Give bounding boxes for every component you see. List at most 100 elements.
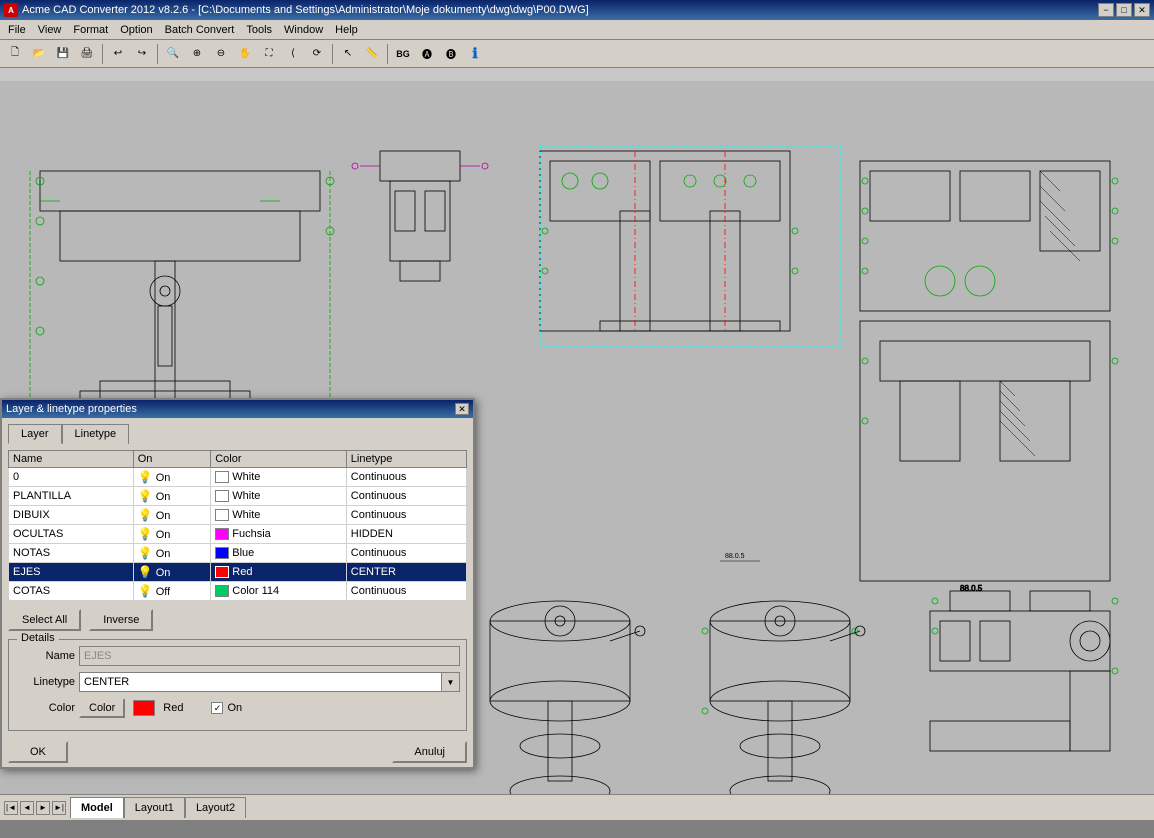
bg-button[interactable]: BG	[392, 43, 414, 65]
tab-last-button[interactable]: ►|	[52, 801, 66, 815]
table-row[interactable]: COTAS 💡 Off Color 114 Continuous	[9, 582, 467, 601]
cell-linetype: Continuous	[346, 487, 466, 506]
maximize-button[interactable]: □	[1116, 3, 1132, 17]
app-icon: A	[4, 3, 18, 17]
main-area: 88.0.5	[0, 68, 1154, 820]
cell-linetype: CENTER	[346, 563, 466, 582]
table-row[interactable]: NOTAS 💡 On Blue Continuous	[9, 544, 467, 563]
measure-button[interactable]: 📏	[361, 43, 383, 65]
select-button[interactable]: ↖	[337, 43, 359, 65]
cell-on: 💡 On	[133, 487, 210, 506]
details-legend: Details	[17, 632, 59, 644]
title-text: Acme CAD Converter 2012 v8.2.6 - [C:\Doc…	[22, 4, 589, 16]
color-row: Color Color Red ✓ On	[15, 698, 460, 718]
color-swatch	[133, 700, 155, 716]
color-button[interactable]: Color	[79, 698, 125, 718]
tab-model[interactable]: Model	[70, 797, 124, 818]
table-row[interactable]: PLANTILLA 💡 On White Continuous	[9, 487, 467, 506]
cell-name: OCULTAS	[9, 525, 134, 544]
linetype-select[interactable]: CENTER Continuous HIDDEN	[79, 672, 442, 692]
menu-help[interactable]: Help	[329, 22, 364, 38]
new-button[interactable]: 🗋	[4, 43, 26, 65]
layer-dialog: Layer & linetype properties ✕ Layer Line…	[0, 398, 475, 769]
tab-next-button[interactable]: ►	[36, 801, 50, 815]
color-controls: Color Red ✓ On	[79, 698, 242, 718]
menu-window[interactable]: Window	[278, 22, 329, 38]
tab-layout2[interactable]: Layout2	[185, 797, 246, 818]
cell-name: 0	[9, 468, 134, 487]
menu-option[interactable]: Option	[114, 22, 158, 38]
zoom-fit-button[interactable]: ⛶	[258, 43, 280, 65]
svg-text:88.0.5: 88.0.5	[725, 553, 745, 560]
linetype-select-arrow[interactable]: ▼	[442, 672, 460, 692]
cell-on: 💡 On	[133, 506, 210, 525]
undo-button[interactable]: ↩	[107, 43, 129, 65]
toolbar-sep-2	[157, 44, 158, 64]
on-checkbox[interactable]: ✓	[211, 702, 223, 714]
save-button[interactable]: 💾	[52, 43, 74, 65]
cell-linetype: Continuous	[346, 544, 466, 563]
print-button[interactable]: 🖨	[76, 43, 98, 65]
status-bar: |◄ ◄ ► ►| Model Layout1 Layout2	[0, 794, 1154, 820]
cell-name: EJES	[9, 563, 134, 582]
zoom-out-button[interactable]: ⊖	[210, 43, 232, 65]
on-check: ✓ On	[211, 702, 242, 714]
linetype-row: Linetype CENTER Continuous HIDDEN ▼	[15, 672, 460, 692]
cell-color: Fuchsia	[211, 525, 347, 544]
cell-on: 💡 On	[133, 525, 210, 544]
minimize-button[interactable]: −	[1098, 3, 1114, 17]
toolbar-sep-1	[102, 44, 103, 64]
col-linetype: Linetype	[346, 451, 466, 468]
color-label: Color	[15, 702, 75, 714]
title-bar: A Acme CAD Converter 2012 v8.2.6 - [C:\D…	[0, 0, 1154, 20]
cell-linetype: Continuous	[346, 582, 466, 601]
dialog-content: Layer Linetype Name On Color Linetype 0 …	[2, 418, 473, 737]
redo-button[interactable]: ↪	[131, 43, 153, 65]
tab-first-button[interactable]: |◄	[4, 801, 18, 815]
menu-tools[interactable]: Tools	[240, 22, 278, 38]
cell-name: COTAS	[9, 582, 134, 601]
details-group: Details Name Linetype CENTER Continuous …	[8, 639, 467, 731]
dialog-close-button[interactable]: ✕	[455, 403, 469, 415]
table-row[interactable]: EJES 💡 On Red CENTER	[9, 563, 467, 582]
tool-b[interactable]: 🅑	[440, 43, 462, 65]
dialog-title-text: Layer & linetype properties	[6, 403, 137, 415]
open-button[interactable]: 📂	[28, 43, 50, 65]
inverse-button[interactable]: Inverse	[89, 609, 153, 631]
zoom-pan-button[interactable]: ✋	[234, 43, 256, 65]
menu-view[interactable]: View	[32, 22, 68, 38]
zoom-prev-button[interactable]: ⟨	[282, 43, 304, 65]
on-label: On	[227, 702, 242, 714]
close-button[interactable]: ✕	[1134, 3, 1150, 17]
dialog-footer: OK Anuluj	[2, 737, 473, 767]
realtime-button[interactable]: ⟳	[306, 43, 328, 65]
menu-bar: File View Format Option Batch Convert To…	[0, 20, 1154, 40]
ok-button[interactable]: OK	[8, 741, 68, 763]
menu-file[interactable]: File	[2, 22, 32, 38]
tab-linetype[interactable]: Linetype	[62, 424, 130, 444]
info-button[interactable]: ℹ	[464, 43, 486, 65]
menu-format[interactable]: Format	[67, 22, 114, 38]
table-row[interactable]: 0 💡 On White Continuous	[9, 468, 467, 487]
tab-layout1[interactable]: Layout1	[124, 797, 185, 818]
name-input[interactable]	[79, 646, 460, 666]
tab-layer[interactable]: Layer	[8, 424, 62, 444]
cell-color: White	[211, 468, 347, 487]
cancel-button[interactable]: Anuluj	[392, 741, 467, 763]
cell-linetype: HIDDEN	[346, 525, 466, 544]
svg-text:88.0.5: 88.0.5	[960, 584, 983, 593]
tab-prev-button[interactable]: ◄	[20, 801, 34, 815]
table-row[interactable]: DIBUIX 💡 On White Continuous	[9, 506, 467, 525]
cell-on: 💡 Off	[133, 582, 210, 601]
zoom-in-button[interactable]: ⊕	[186, 43, 208, 65]
name-row: Name	[15, 646, 460, 666]
table-row[interactable]: OCULTAS 💡 On Fuchsia HIDDEN	[9, 525, 467, 544]
col-name: Name	[9, 451, 134, 468]
cell-color: White	[211, 506, 347, 525]
cell-name: DIBUIX	[9, 506, 134, 525]
tool-a[interactable]: 🅐	[416, 43, 438, 65]
title-bar-buttons: − □ ✕	[1098, 3, 1150, 17]
zoom-window-button[interactable]: 🔍	[162, 43, 184, 65]
menu-batch-convert[interactable]: Batch Convert	[159, 22, 241, 38]
select-all-button[interactable]: Select All	[8, 609, 81, 631]
